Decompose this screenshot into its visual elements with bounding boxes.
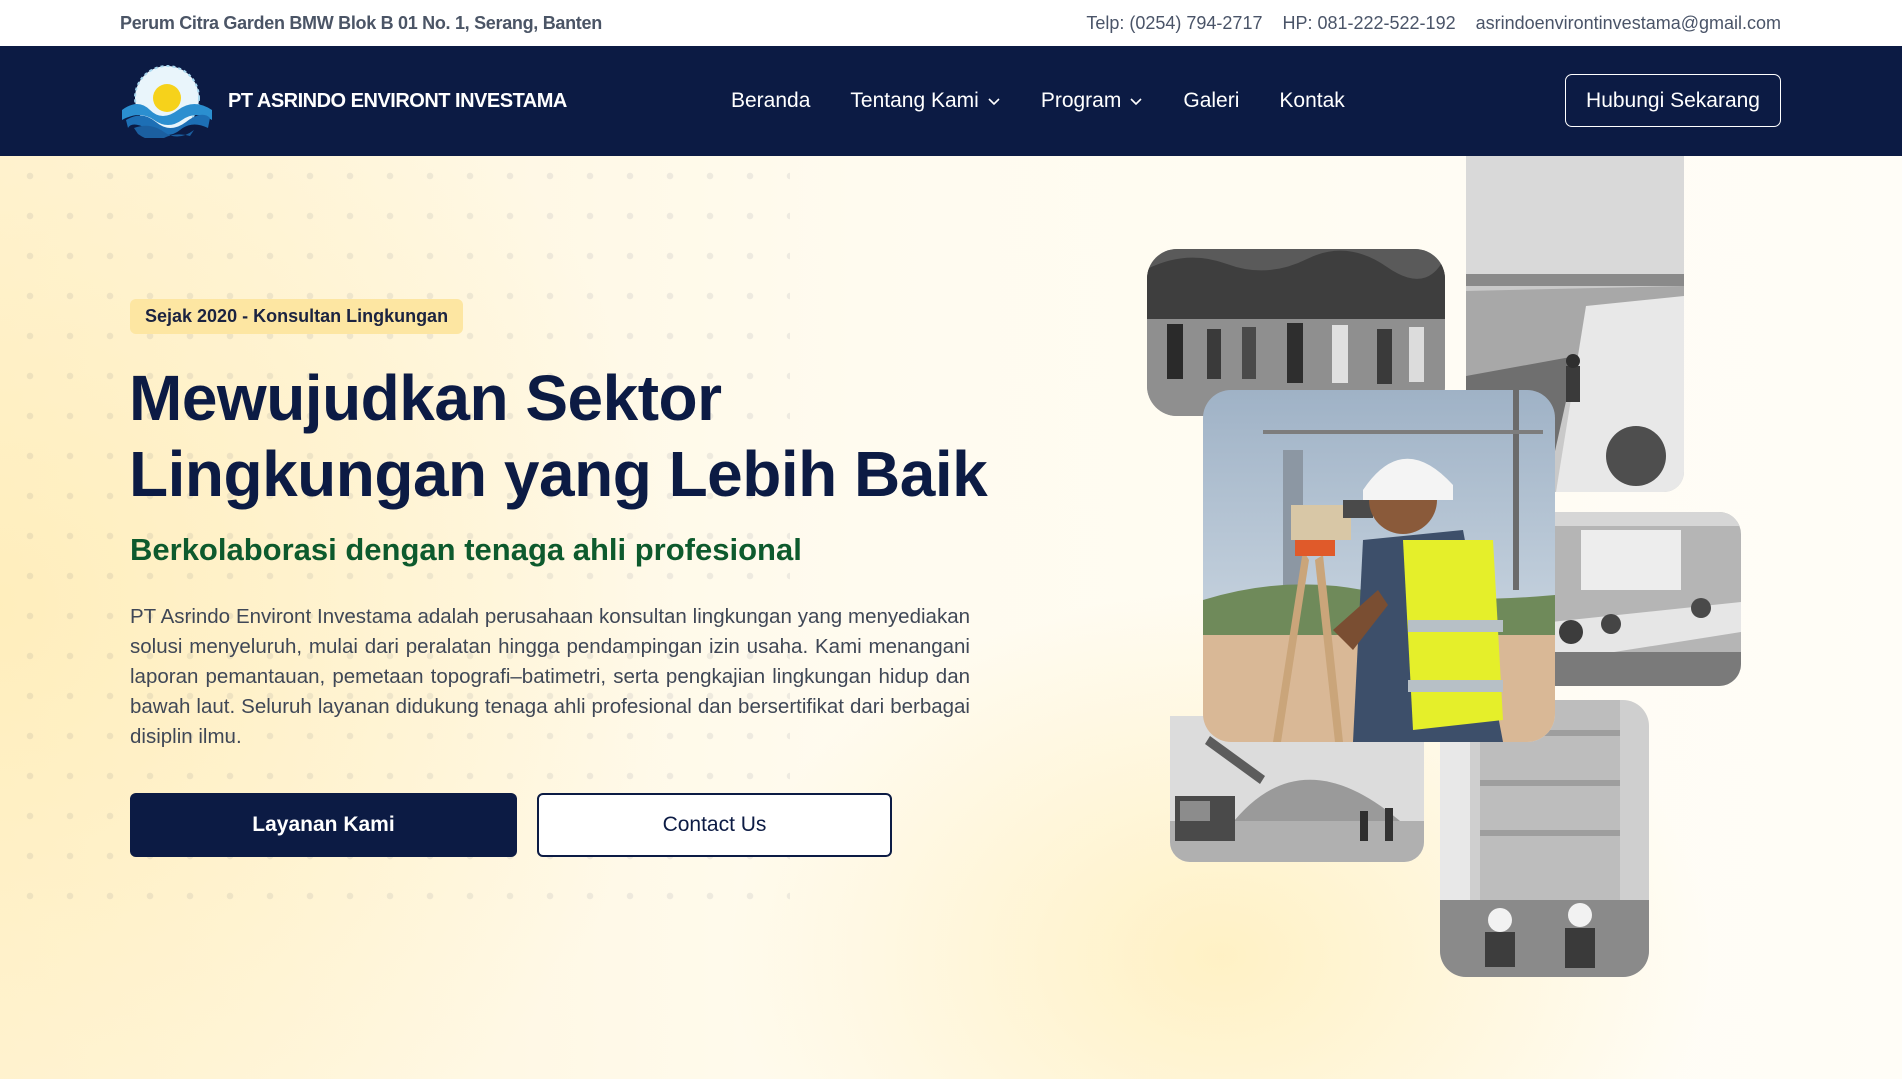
wave-sun-logo-icon [120,64,214,141]
contact-now-button[interactable]: Hubungi Sekarang [1565,74,1781,127]
company-address: Perum Citra Garden BMW Blok B 01 No. 1, … [120,12,602,33]
headline-line-2: Lingkungan yang Lebih Baik [129,438,988,510]
top-info-bar: Perum Citra Garden BMW Blok B 01 No. 1, … [0,0,1902,46]
conference-room-photo [1551,512,1741,686]
phone-number[interactable]: Telp: (0254) 794-2717 [1086,13,1262,34]
email-address[interactable]: asrindoenvirontinvestama@gmail.com [1476,13,1781,34]
nav-item-galeri[interactable]: Galeri [1183,89,1239,113]
nav-item-label: Program [1040,89,1122,112]
nav-menu: Beranda Tentang Kami Program Galeri Kont… [731,46,1345,156]
surveyor-theodolite-photo [1203,390,1555,742]
chevron-down-icon [1130,98,1142,106]
hero-section: Sejak 2020 - Konsultan Lingkungan Mewuju… [0,156,1902,1079]
chevron-down-icon [988,98,1000,106]
brand[interactable]: PT ASRINDO ENVIRONT INVESTAMA [120,64,567,141]
nav-item-tentang-kami[interactable]: Tentang Kami [850,89,1000,113]
headline-line-1: Mewujudkan Sektor [129,362,722,434]
nav-item-program[interactable]: Program [1041,89,1144,113]
nav-item-label: Beranda [731,89,811,112]
main-navbar: PT ASRINDO ENVIRONT INVESTAMA Beranda Te… [0,46,1902,156]
nav-item-beranda[interactable]: Beranda [731,89,810,113]
contact-info: Telp: (0254) 794-2717 HP: 081-222-522-19… [1086,13,1781,34]
hero-subheadline: Berkolaborasi dengan tenaga ahli profesi… [130,532,802,567]
brand-name: PT ASRINDO ENVIRONT INVESTAMA [228,89,567,112]
nav-item-label: Tentang Kami [850,89,979,112]
services-button[interactable]: Layanan Kami [130,793,517,857]
contact-us-button[interactable]: Contact Us [537,793,892,857]
nav-item-label: Galeri [1183,89,1240,112]
since-badge: Sejak 2020 - Konsultan Lingkungan [130,299,464,334]
hero-description: PT Asrindo Environt Investama adalah per… [130,605,970,748]
nav-item-kontak[interactable]: Kontak [1279,89,1344,113]
hero-headline: Mewujudkan Sektor Lingkungan yang Lebih … [129,360,1029,512]
mobile-number[interactable]: HP: 081-222-522-192 [1282,13,1455,34]
nav-item-label: Kontak [1279,89,1345,112]
